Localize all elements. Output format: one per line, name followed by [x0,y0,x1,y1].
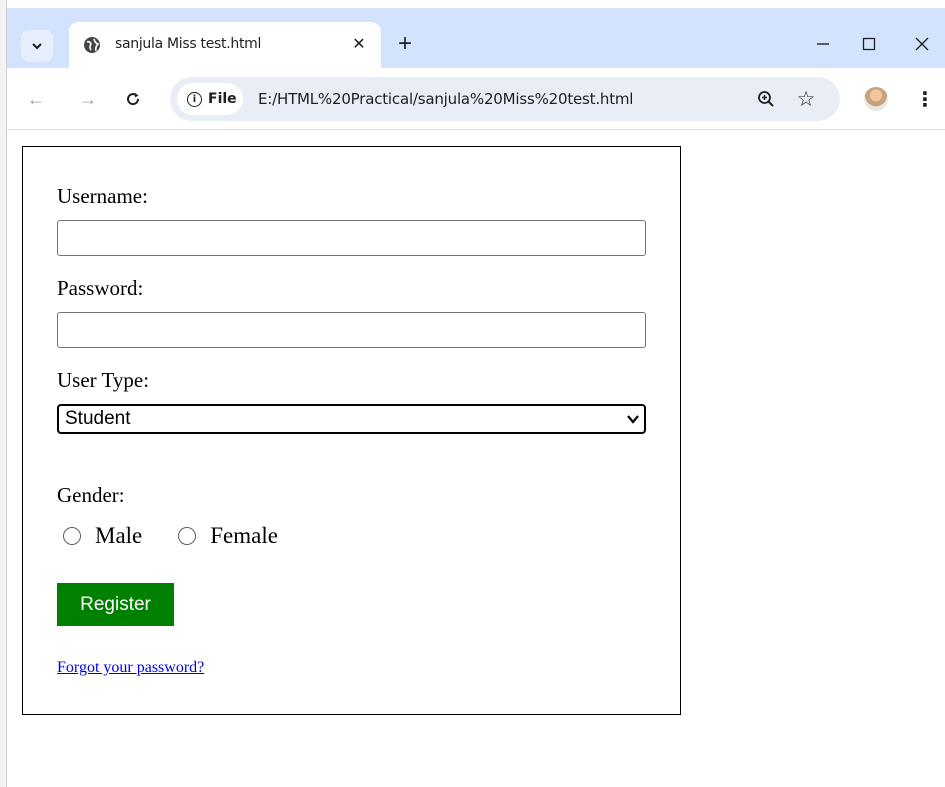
browser-menu-button[interactable]: ⋮ [913,85,937,113]
tab-close-button[interactable]: ✕ [347,32,371,56]
close-icon [915,37,929,51]
username-label: Username: [57,184,148,208]
new-tab-button[interactable]: + [391,30,419,58]
gender-female-label: Female [210,523,278,548]
password-input[interactable] [57,312,646,348]
zoom-in-icon [758,91,774,107]
site-chip-label: File [208,91,237,107]
active-tab[interactable]: sanjula Miss test.html ✕ [69,22,381,68]
gender-label: Gender: [57,483,125,507]
maximize-icon [862,37,876,51]
reload-icon [127,93,140,106]
site-info-chip[interactable]: i File [177,83,243,115]
tab-strip: sanjula Miss test.html ✕ + [7,8,945,68]
gender-male-radio[interactable] [63,527,81,545]
register-button[interactable]: Register [57,583,174,626]
minimize-icon [817,43,829,45]
forgot-password-link[interactable]: Forgot your password? [57,659,204,677]
registration-form: Username: Password: User Type: Student G… [22,146,681,715]
zoom-button[interactable] [754,87,778,111]
page-viewport: Username: Password: User Type: Student G… [7,131,945,787]
user-type-select[interactable]: Student [57,404,646,434]
bookmark-star-button[interactable]: ☆ [794,87,818,111]
back-button[interactable]: ← [21,84,51,114]
user-type-selected-value: Student [65,408,131,429]
url-text[interactable]: E:/HTML%20Practical/sanjula%20Miss%20tes… [258,90,633,108]
address-bar[interactable]: i File E:/HTML%20Practical/sanjula%20Mis… [170,77,840,121]
user-type-label: User Type: [57,368,150,392]
maximize-button[interactable] [849,30,889,58]
password-label: Password: [57,276,144,300]
forward-button[interactable]: → [73,84,103,114]
window-left-edge [0,0,7,787]
reload-button[interactable] [118,84,148,114]
chevron-down-icon [32,43,42,50]
globe-icon [84,37,100,53]
gender-female-radio[interactable] [178,527,197,545]
tab-title: sanjula Miss test.html [115,36,262,52]
profile-avatar[interactable] [864,87,888,111]
gender-male-label: Male [95,523,143,548]
close-window-button[interactable] [902,30,942,58]
chevron-down-icon [627,415,639,424]
username-input[interactable] [57,220,646,256]
tab-search-button[interactable] [21,30,53,62]
browser-toolbar: ← → i File E:/HTML%20Practical/sanjula%2… [7,68,945,130]
minimize-button[interactable] [803,30,843,58]
info-icon: i [187,91,202,107]
gender-radio-group: Male Female [63,521,278,551]
